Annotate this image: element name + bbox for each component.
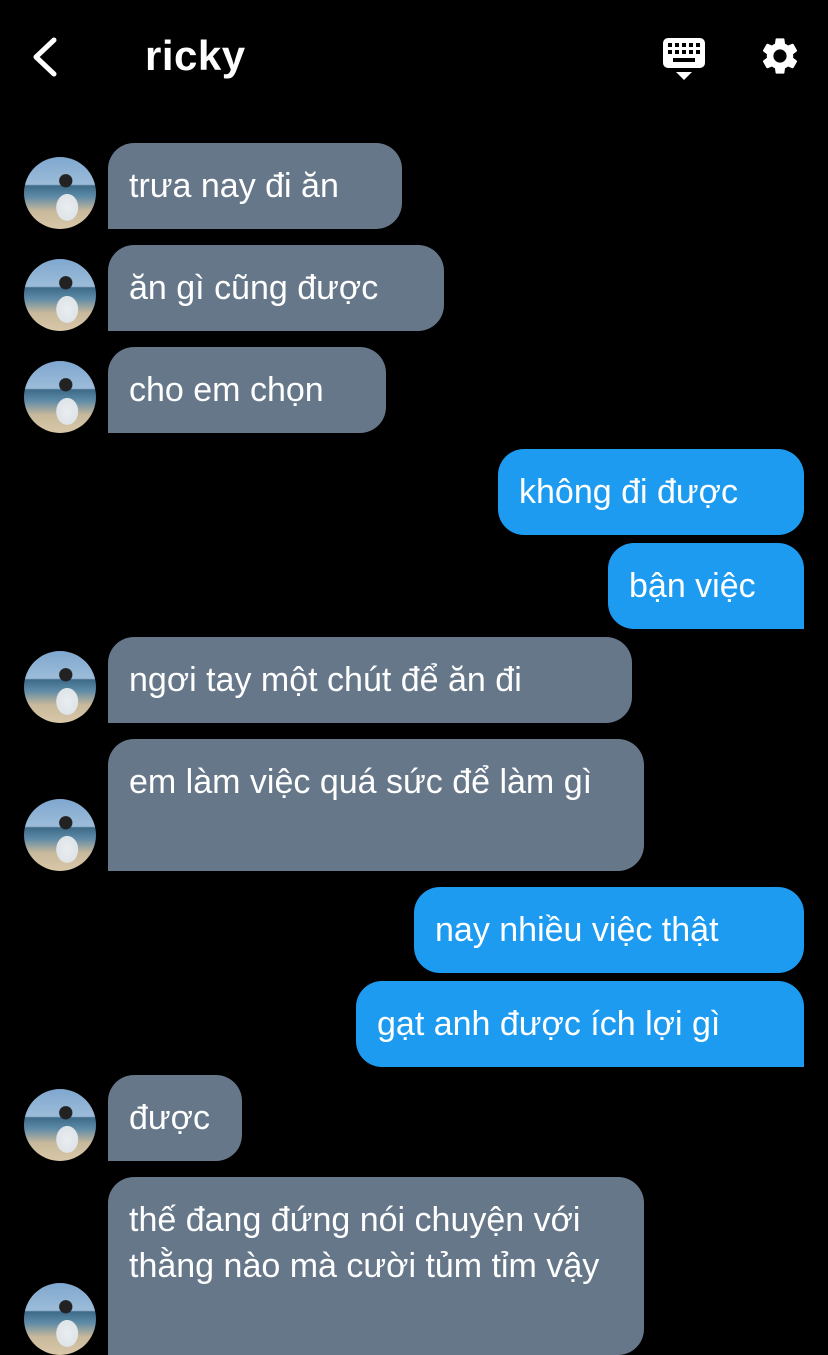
contact-avatar[interactable]	[24, 651, 96, 723]
incoming-message[interactable]: ăn gì cũng được	[108, 245, 444, 331]
incoming-message[interactable]: ngơi tay một chút để ăn đi	[108, 637, 632, 723]
message-text: thế đang đứng nói chuyện với thằng nào m…	[129, 1201, 600, 1285]
outgoing-message[interactable]: bận việc	[608, 543, 804, 629]
message-text: trưa nay đi ăn	[129, 167, 339, 205]
keyboard-icon[interactable]	[661, 36, 707, 82]
message-text: được	[129, 1099, 210, 1137]
contact-avatar[interactable]	[24, 157, 96, 229]
message-text: em làm việc quá sức để làm gì	[129, 763, 593, 801]
incoming-message[interactable]: em làm việc quá sức để làm gì	[108, 739, 644, 871]
incoming-message[interactable]: cho em chọn	[108, 347, 386, 433]
contact-avatar[interactable]	[24, 1089, 96, 1161]
message-text: không đi được	[519, 473, 738, 511]
incoming-message[interactable]: trưa nay đi ăn	[108, 143, 402, 229]
chevron-left-icon[interactable]	[28, 34, 64, 80]
contact-avatar[interactable]	[24, 1283, 96, 1355]
message-text: nay nhiều việc thật	[435, 911, 719, 949]
message-text: gạt anh được ích lợi gì	[377, 1005, 721, 1043]
outgoing-message[interactable]: nay nhiều việc thật	[414, 887, 804, 973]
chat-header: ricky	[0, 0, 828, 112]
contact-name[interactable]: ricky	[145, 30, 246, 82]
incoming-message[interactable]: được	[108, 1075, 242, 1161]
message-text: cho em chọn	[129, 371, 324, 409]
gear-icon[interactable]	[758, 34, 802, 78]
contact-avatar[interactable]	[24, 799, 96, 871]
message-text: ngơi tay một chút để ăn đi	[129, 661, 522, 699]
message-text: bận việc	[629, 567, 756, 605]
message-text: ăn gì cũng được	[129, 269, 379, 307]
outgoing-message[interactable]: gạt anh được ích lợi gì	[356, 981, 804, 1067]
outgoing-message[interactable]: không đi được	[498, 449, 804, 535]
incoming-message[interactable]: thế đang đứng nói chuyện với thằng nào m…	[108, 1177, 644, 1355]
contact-avatar[interactable]	[24, 259, 96, 331]
contact-avatar[interactable]	[24, 361, 96, 433]
